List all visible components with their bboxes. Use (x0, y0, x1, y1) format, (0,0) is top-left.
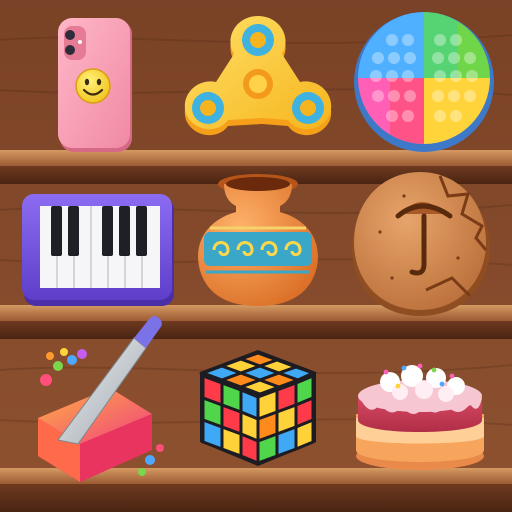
shelf-canvas (0, 0, 512, 512)
rubiks-cube-icon[interactable] (198, 350, 317, 466)
dalgona-umbrella-cookie-icon[interactable] (352, 172, 490, 316)
piano-keyboard-icon[interactable] (22, 194, 174, 306)
pink-phone-with-smiley-case-icon[interactable] (58, 18, 132, 152)
toy-shelf-scene (0, 0, 512, 512)
rainbow-pop-it-icon[interactable] (354, 12, 494, 152)
